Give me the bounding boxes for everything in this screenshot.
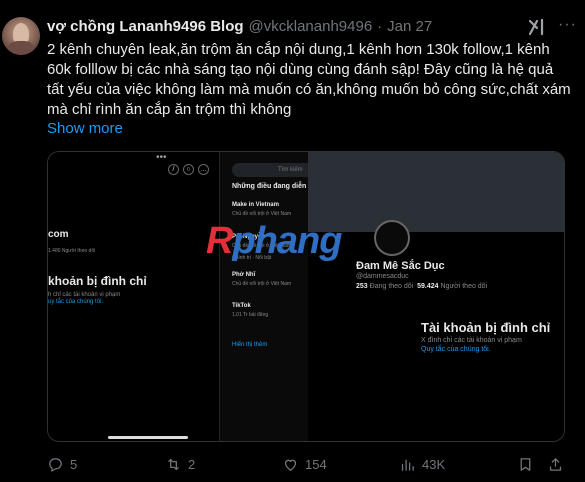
repost-button[interactable]: 2	[165, 456, 195, 473]
post-text: 2 kênh chuyên leak,ăn trộm ăn cắp nội du…	[47, 41, 571, 118]
share-button[interactable]	[547, 456, 564, 473]
grok-icon[interactable]	[527, 17, 547, 37]
trends-header: Những điều đang diễn r	[232, 183, 311, 190]
views-count: 43K	[422, 457, 446, 472]
reply-icon	[49, 458, 62, 473]
author-avatar[interactable]	[2, 17, 40, 55]
reply-count: 5	[70, 457, 78, 472]
left-dots: •••	[156, 152, 167, 163]
views-button[interactable]: 43K	[399, 456, 445, 473]
screenshot-right-panel: Đam Mê Sắc Dục @dammesacduc 253 Đang the…	[308, 152, 564, 441]
share-icon	[549, 458, 562, 471]
home-indicator	[108, 436, 188, 439]
left-toolbar-icons: / ○ …	[168, 164, 209, 175]
grok-mini-icon: /	[168, 164, 179, 175]
author-name[interactable]: vợ chồng Lananh9496 Blog	[47, 18, 244, 35]
like-button[interactable]: 154	[282, 456, 327, 473]
profile-handle: @dammesacduc	[356, 273, 409, 280]
trends-search-box: Tìm kiếm	[232, 163, 320, 177]
show-more-link[interactable]: Show more	[47, 120, 123, 137]
avatar-body	[8, 41, 34, 55]
heart-icon	[284, 459, 297, 471]
left-suspended-sub: h chỉ các tài khoản vi phạm	[48, 292, 121, 298]
more-mini-icon: …	[198, 164, 209, 175]
suspended-sub: X đình chỉ các tài khoản vi phạm	[421, 337, 522, 344]
left-suspended-title: khoản bị đình chỉ	[48, 274, 147, 288]
reply-button[interactable]: 5	[47, 456, 77, 473]
left-com-label: com	[48, 229, 69, 240]
trend-item: Phở Nhĩ Chủ đề nổi trội ở Việt Nam	[232, 272, 292, 287]
profile-stats: 253 Đang theo dõi 59.424 Người theo dõi	[356, 283, 488, 290]
post-media-image[interactable]: ••• / ○ … com 1.480 Người theo dõi khoản…	[47, 151, 565, 442]
profile-avatar	[374, 220, 410, 256]
search-mini-icon: ○	[183, 164, 194, 175]
rules-link: Quy tắc của chúng tôi.	[421, 346, 491, 353]
watermark-logo: Rphang	[206, 220, 342, 262]
views-icon	[401, 459, 414, 471]
post-date[interactable]: Jan 27	[387, 18, 432, 35]
trend-item: Make in Vietnam Chủ đề nổi trội ở Việt N…	[232, 202, 292, 217]
screenshot-left-panel: ••• / ○ … com 1.480 Người theo dõi khoản…	[48, 152, 219, 441]
repost-icon	[168, 458, 179, 471]
post-header: vợ chồng Lananh9496 Blog @vkcklananh9496…	[47, 15, 565, 37]
bookmark-icon	[520, 458, 531, 471]
repost-count: 2	[188, 457, 196, 472]
left-follow-line: 1.480 Người theo dõi	[48, 248, 96, 254]
like-count: 154	[305, 457, 327, 472]
left-rules-link: uy tắc của chúng tôi.	[48, 299, 104, 305]
bookmark-button[interactable]	[517, 456, 534, 473]
screenshot-middle-panel: Tìm kiếm Những điều đang diễn r Make in …	[219, 152, 320, 441]
profile-banner	[308, 152, 564, 232]
author-handle[interactable]: @vkcklananh9496	[249, 18, 373, 35]
separator-dot: ·	[377, 17, 383, 35]
suspended-title: Tài khoản bị đình chỉ	[421, 320, 551, 335]
show-more-trends-link: Hiển thị thêm	[232, 342, 268, 348]
more-options-icon[interactable]: ···	[558, 16, 577, 34]
profile-name: Đam Mê Sắc Dục	[356, 260, 445, 272]
action-bar: 5 2 154 43K	[47, 456, 572, 476]
trend-item: TikTok 1,01 Tr bài đăng	[232, 303, 269, 318]
